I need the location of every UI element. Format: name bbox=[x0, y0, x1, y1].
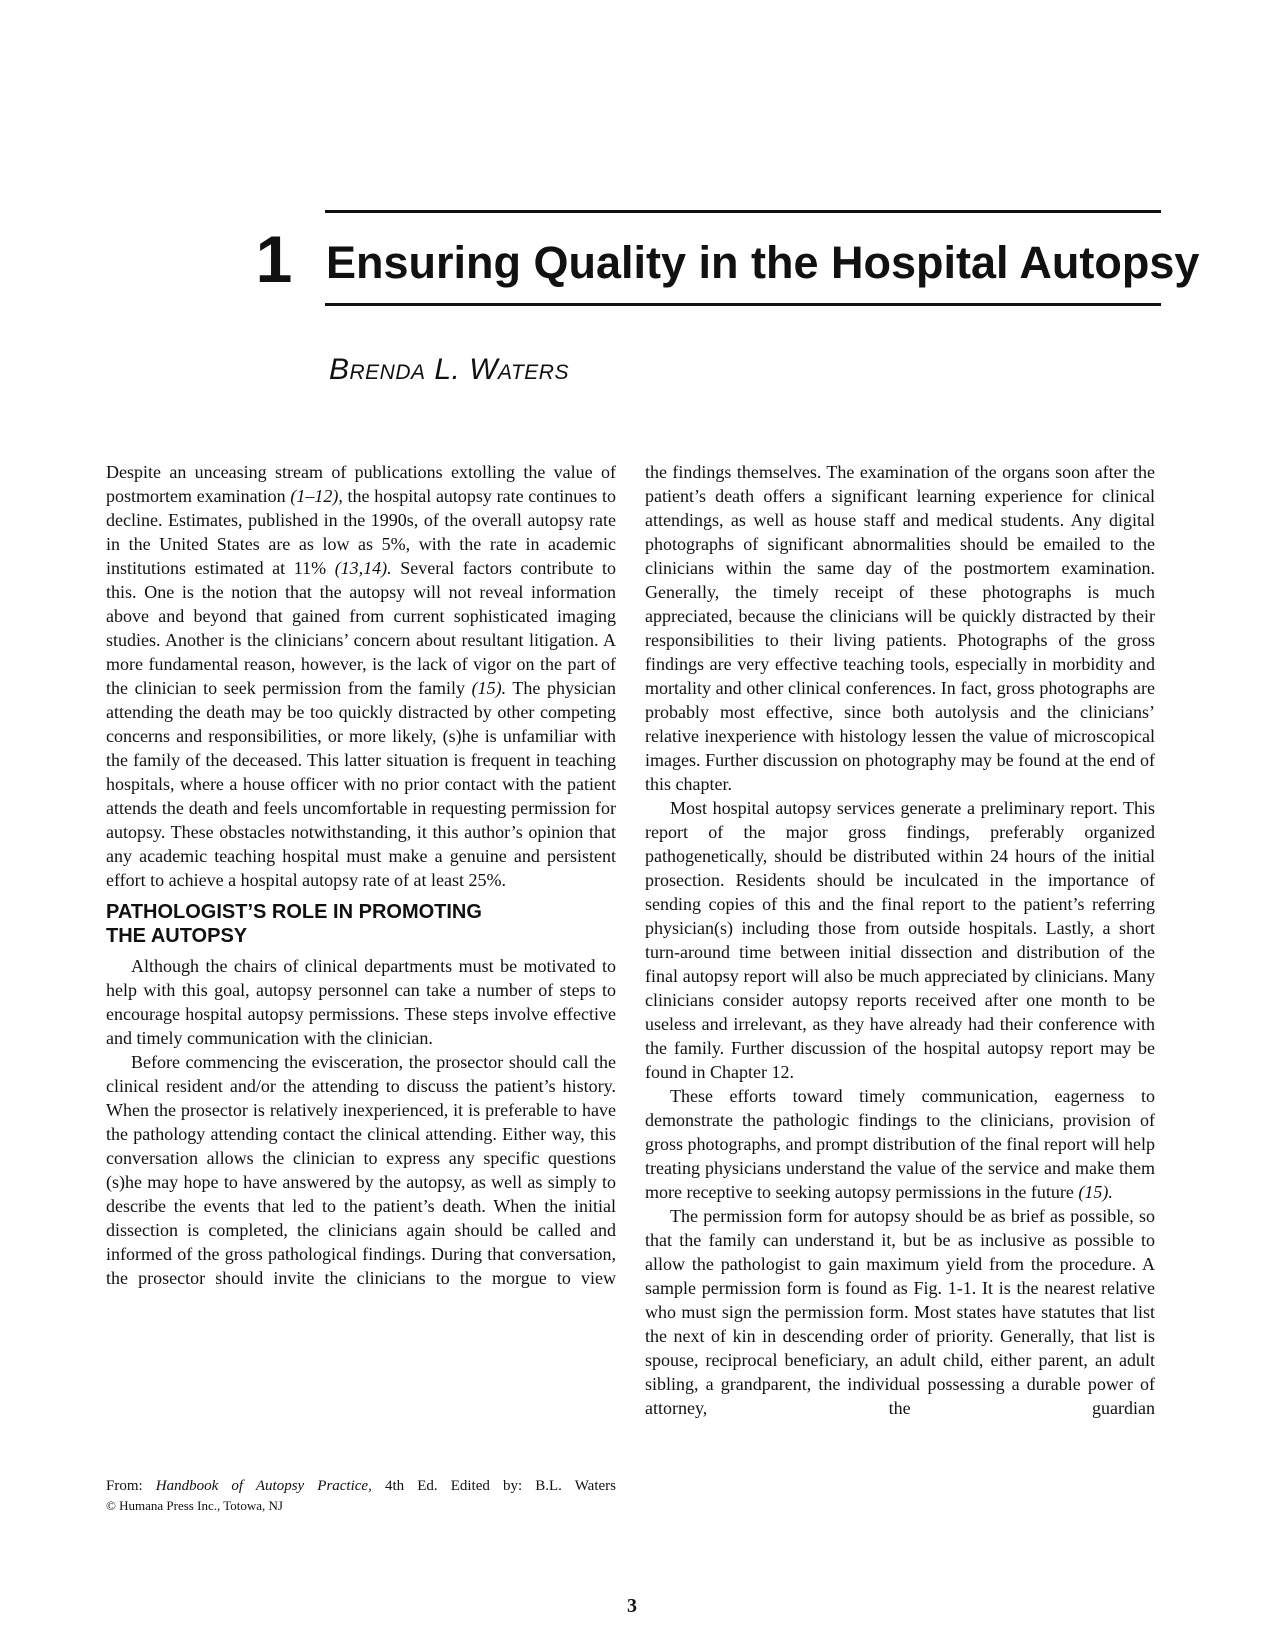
title-rule-top bbox=[325, 210, 1161, 213]
footnote-book-title: Handbook of Autopsy Practice, bbox=[155, 1478, 372, 1494]
intro-paragraph: Despite an unceasing stream of publicati… bbox=[106, 460, 616, 892]
section-heading: Pathologist’s Role in Promoting the Auto… bbox=[106, 900, 616, 948]
left-column: Despite an unceasing stream of publicati… bbox=[106, 460, 616, 1290]
footnote-source-line: From: Handbook of Autopsy Practice, 4th … bbox=[106, 1476, 616, 1496]
source-footnote: From: Handbook of Autopsy Practice, 4th … bbox=[106, 1476, 616, 1516]
title-rule-bottom bbox=[325, 303, 1161, 306]
citation-ref: (1–12), bbox=[290, 486, 343, 506]
footnote-suffix: 4th Ed. Edited by: B.L. Waters bbox=[371, 1478, 616, 1494]
intro-text-3: Several factors contribute to this. One … bbox=[106, 558, 616, 698]
citation-ref: (15). bbox=[471, 678, 507, 698]
section-heading-line-1: Pathologist’s Role in Promoting bbox=[106, 901, 482, 923]
paragraph: Although the chairs of clinical departme… bbox=[106, 956, 616, 1048]
paragraph: Most hospital autopsy services generate … bbox=[645, 798, 1155, 1082]
right-column: the findings themselves. The examination… bbox=[645, 460, 1155, 1420]
footnote-publisher: © Humana Press Inc., Totowa, NJ bbox=[106, 1498, 283, 1513]
paragraph: These efforts toward timely communicatio… bbox=[645, 1084, 1155, 1204]
footnote-prefix: From: bbox=[106, 1478, 156, 1494]
intro-text-4: The physician attending the death may be… bbox=[106, 678, 616, 890]
chapter-title: Ensuring Quality in the Hospital Autopsy bbox=[326, 237, 1200, 288]
citation-ref: (13,14). bbox=[334, 558, 392, 578]
page-number: 3 bbox=[627, 1595, 637, 1617]
paragraph: The permission form for autopsy should b… bbox=[645, 1206, 1155, 1418]
citation-ref: (15). bbox=[1078, 1182, 1113, 1202]
continuation-paragraph: the findings themselves. The examination… bbox=[645, 462, 1155, 794]
paragraph: Before commencing the evisceration, the … bbox=[106, 1052, 616, 1288]
author-name: Brenda L. Waters bbox=[329, 353, 569, 386]
section-heading-line-2: the Autopsy bbox=[106, 925, 248, 947]
chapter-number: 1 bbox=[255, 222, 293, 296]
